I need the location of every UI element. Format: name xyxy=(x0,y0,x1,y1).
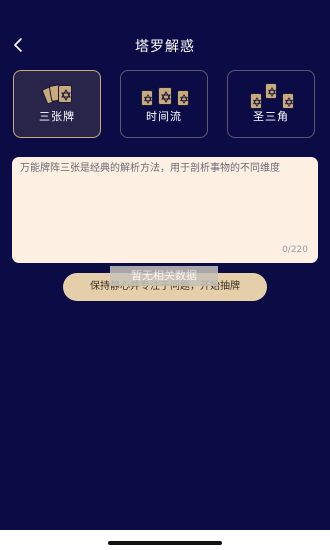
character-counter: 0/220 xyxy=(282,245,308,255)
spread-option-three-cards[interactable]: 三张牌 xyxy=(13,70,101,138)
spread-label: 圣三角 xyxy=(253,110,289,123)
hexagram-card-icon xyxy=(158,87,172,105)
spread-option-timeline[interactable]: 时间流 xyxy=(120,70,208,138)
spread-label: 三张牌 xyxy=(39,110,75,123)
spread-selector: 三张牌 时间流 圣三角 xyxy=(13,70,317,140)
hexagram-card-icon xyxy=(282,93,294,109)
app-screen: 塔罗解惑 三张牌 时间流 圣三角 万能牌阵三张是经典的解析方法，用于剖析事物的不… xyxy=(0,0,330,530)
hexagram-card-icon xyxy=(265,83,277,99)
three-cards-row-icon xyxy=(141,87,191,107)
triangle-cards-icon xyxy=(248,83,298,109)
hexagram-card-icon xyxy=(177,90,189,106)
page-title: 塔罗解惑 xyxy=(135,39,195,55)
empty-state-toast: 暂无相关数据 xyxy=(110,266,218,286)
hexagram-card-icon xyxy=(250,93,262,109)
question-input[interactable]: 万能牌阵三张是经典的解析方法，用于剖析事物的不同维度 0/220 xyxy=(12,157,318,263)
fanned-cards-icon xyxy=(41,83,76,107)
spread-description: 万能牌阵三张是经典的解析方法，用于剖析事物的不同维度 xyxy=(20,163,280,174)
home-indicator[interactable] xyxy=(108,541,222,545)
spread-option-holy-triangle[interactable]: 圣三角 xyxy=(227,70,315,138)
hexagram-card-icon xyxy=(58,85,72,103)
spread-label: 时间流 xyxy=(146,110,182,123)
hexagram-card-icon xyxy=(141,90,153,106)
header: 塔罗解惑 xyxy=(0,28,330,62)
